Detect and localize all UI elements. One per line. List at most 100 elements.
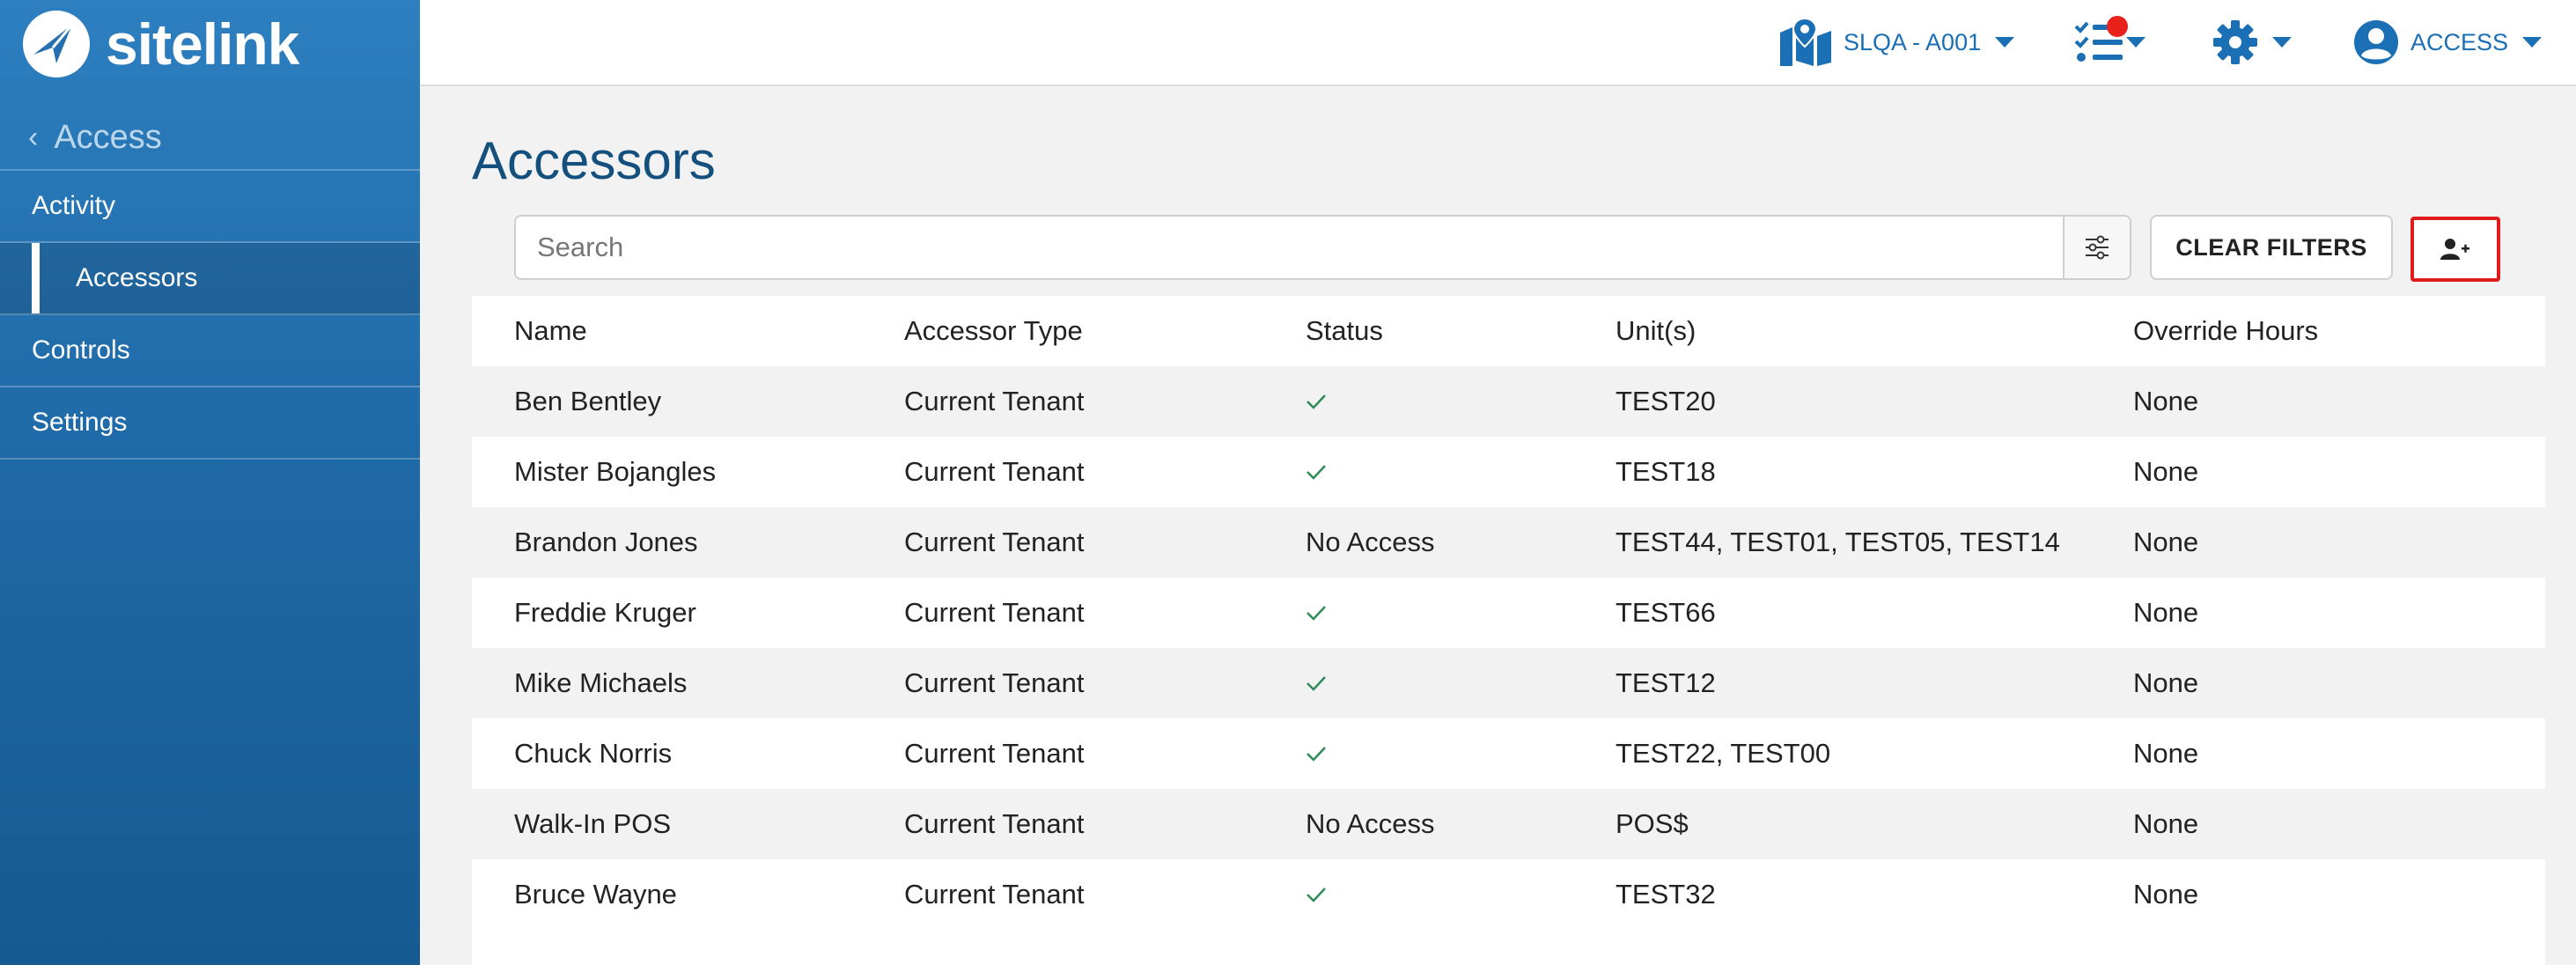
cell-accessor-type: Current Tenant bbox=[904, 718, 1306, 789]
chevron-down-icon bbox=[2522, 37, 2543, 48]
back-label: Access bbox=[54, 118, 162, 156]
sidebar-item-activity[interactable]: Activity bbox=[0, 171, 420, 243]
cell-status bbox=[1306, 366, 1616, 437]
cell-override-hours: None bbox=[2133, 437, 2545, 507]
sitelink-logo-icon bbox=[23, 11, 90, 77]
cell-accessor-type: Current Tenant bbox=[904, 507, 1306, 578]
page-title: Accessors bbox=[472, 131, 716, 190]
check-icon bbox=[1306, 888, 1326, 902]
cell-accessor-type: Current Tenant bbox=[904, 789, 1306, 859]
sidebar-item-label: Settings bbox=[32, 408, 128, 437]
add-accessor-button[interactable] bbox=[2410, 217, 2500, 282]
cell-name: Freddie Kruger bbox=[472, 578, 904, 648]
user-circle-icon bbox=[2354, 20, 2398, 64]
chevron-left-icon: ‹ bbox=[28, 120, 39, 154]
search-input[interactable] bbox=[516, 217, 2065, 278]
back-to-access-link[interactable]: ‹ Access bbox=[0, 106, 420, 171]
cell-name: Walk-In POS bbox=[472, 789, 904, 859]
cell-status bbox=[1306, 648, 1616, 718]
top-bar: SLQA - A001 ACCESS bbox=[420, 0, 2576, 86]
cell-status bbox=[1306, 859, 1616, 930]
search-box bbox=[514, 215, 2131, 280]
cell-name: Mike Michaels bbox=[472, 648, 904, 718]
sidebar-item-controls[interactable]: Controls bbox=[0, 315, 420, 387]
cell-override-hours: None bbox=[2133, 859, 2545, 930]
check-icon bbox=[1306, 394, 1326, 409]
cell-status: No Access bbox=[1306, 789, 1616, 859]
sidebar-item-label: Activity bbox=[32, 191, 116, 220]
check-icon bbox=[1306, 676, 1326, 691]
chevron-down-icon bbox=[2272, 37, 2292, 48]
user-label: ACCESS bbox=[2410, 28, 2509, 55]
cell-units: TEST20 bbox=[1616, 366, 2133, 437]
brand-name: sitelink bbox=[106, 11, 299, 77]
column-header-name[interactable]: Name bbox=[472, 296, 904, 366]
filter-options-button[interactable] bbox=[2063, 217, 2130, 278]
accessors-table: Name Accessor Type Status Unit(s) Overri… bbox=[472, 296, 2545, 930]
location-selector[interactable]: SLQA - A001 bbox=[1778, 12, 2015, 72]
table-row[interactable]: Mister Bojangles Current Tenant TEST18 None bbox=[472, 437, 2545, 507]
table-row[interactable]: Walk-In POS Current Tenant No Access POS$ No… bbox=[472, 789, 2545, 859]
cell-accessor-type: Current Tenant bbox=[904, 859, 1306, 930]
accessors-panel: CLEAR FILTERS Name Accessor Type Status … bbox=[472, 199, 2545, 965]
toolbar: CLEAR FILTERS bbox=[472, 199, 2545, 296]
cell-units: TEST66 bbox=[1616, 578, 2133, 648]
table-row[interactable]: Brandon Jones Current Tenant No Access TEST… bbox=[472, 507, 2545, 578]
table-header-row: Name Accessor Type Status Unit(s) Overri… bbox=[472, 296, 2545, 366]
cell-status bbox=[1306, 718, 1616, 789]
cell-name: Bruce Wayne bbox=[472, 859, 904, 930]
cell-units: POS$ bbox=[1616, 789, 2133, 859]
user-plus-icon bbox=[2440, 239, 2469, 260]
tasks-menu[interactable] bbox=[2073, 12, 2145, 72]
cell-name: Ben Bentley bbox=[472, 366, 904, 437]
user-menu[interactable]: ACCESS bbox=[2352, 12, 2543, 72]
sitelink-logo[interactable]: sitelink bbox=[21, 9, 299, 79]
cell-units: TEST22, TEST00 bbox=[1616, 718, 2133, 789]
table-row[interactable]: Bruce Wayne Current Tenant TEST32 None bbox=[472, 859, 2545, 930]
settings-menu[interactable] bbox=[2212, 12, 2292, 72]
table-row[interactable]: Ben Bentley Current Tenant TEST20 None bbox=[472, 366, 2545, 437]
sliders-icon bbox=[2086, 235, 2109, 260]
chevron-down-icon bbox=[1995, 37, 2015, 48]
column-header-status[interactable]: Status bbox=[1306, 296, 1616, 366]
map-icon bbox=[1780, 17, 1831, 66]
cell-override-hours: None bbox=[2133, 366, 2545, 437]
cell-name: Mister Bojangles bbox=[472, 437, 904, 507]
cell-override-hours: None bbox=[2133, 718, 2545, 789]
cell-status bbox=[1306, 437, 1616, 507]
cell-status: No Access bbox=[1306, 507, 1616, 578]
active-indicator bbox=[32, 243, 40, 313]
sidebar-item-accessors[interactable]: Accessors bbox=[0, 243, 420, 315]
check-icon bbox=[1306, 747, 1326, 762]
cell-name: Brandon Jones bbox=[472, 507, 904, 578]
cell-units: TEST32 bbox=[1616, 859, 2133, 930]
sidebar-item-label: Controls bbox=[32, 335, 130, 365]
table-row[interactable]: Chuck Norris Current Tenant TEST22, TEST00… bbox=[472, 718, 2545, 789]
cell-override-hours: None bbox=[2133, 789, 2545, 859]
column-header-units[interactable]: Unit(s) bbox=[1616, 296, 2133, 366]
gear-icon bbox=[2213, 20, 2257, 64]
chevron-down-icon bbox=[2126, 37, 2145, 48]
clear-filters-button[interactable]: CLEAR FILTERS bbox=[2150, 215, 2393, 280]
cell-status bbox=[1306, 578, 1616, 648]
table-row[interactable]: Mike Michaels Current Tenant TEST12 None bbox=[472, 648, 2545, 718]
cell-units: TEST12 bbox=[1616, 648, 2133, 718]
cell-override-hours: None bbox=[2133, 507, 2545, 578]
check-icon bbox=[1306, 465, 1326, 480]
cell-accessor-type: Current Tenant bbox=[904, 437, 1306, 507]
column-header-override-hours[interactable]: Override Hours bbox=[2133, 296, 2545, 366]
cell-accessor-type: Current Tenant bbox=[904, 366, 1306, 437]
notification-dot bbox=[2107, 16, 2128, 37]
cell-override-hours: None bbox=[2133, 648, 2545, 718]
check-icon bbox=[1306, 606, 1326, 621]
sidebar: sitelink ‹ Access Activity Accessors Con… bbox=[0, 0, 420, 965]
sidebar-item-label: Accessors bbox=[76, 263, 198, 292]
cell-units: TEST18 bbox=[1616, 437, 2133, 507]
cell-override-hours: None bbox=[2133, 578, 2545, 648]
location-label: SLQA - A001 bbox=[1844, 28, 1982, 55]
column-header-accessor-type[interactable]: Accessor Type bbox=[904, 296, 1306, 366]
sidebar-item-settings[interactable]: Settings bbox=[0, 387, 420, 460]
cell-accessor-type: Current Tenant bbox=[904, 648, 1306, 718]
cell-name: Chuck Norris bbox=[472, 718, 904, 789]
table-row[interactable]: Freddie Kruger Current Tenant TEST66 None bbox=[472, 578, 2545, 648]
